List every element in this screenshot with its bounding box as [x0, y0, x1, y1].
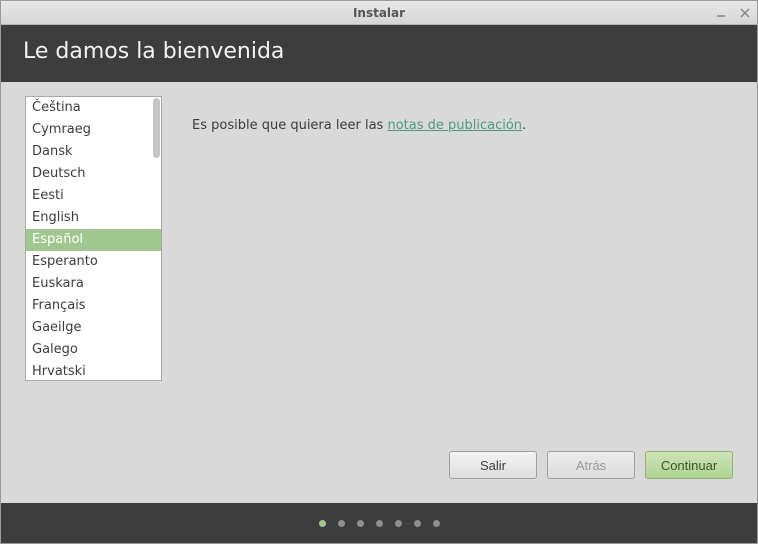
back-button[interactable]: Atrás	[547, 451, 635, 479]
quit-button[interactable]: Salir	[449, 451, 537, 479]
progress-dot	[414, 520, 421, 527]
progress-dot	[376, 520, 383, 527]
language-option[interactable]: Français	[26, 295, 161, 317]
continue-button[interactable]: Continuar	[645, 451, 733, 479]
info-suffix: .	[522, 118, 526, 133]
progress-dot	[357, 520, 364, 527]
progress-dot	[319, 520, 326, 527]
window-controls	[713, 1, 753, 25]
window-title: Instalar	[1, 6, 757, 20]
language-option[interactable]: Cymraeg	[26, 119, 161, 141]
language-option[interactable]: Deutsch	[26, 163, 161, 185]
release-notes-link[interactable]: notas de publicación	[387, 118, 522, 133]
language-option[interactable]: Galego	[26, 339, 161, 361]
welcome-heading: Le damos la bienvenida	[23, 39, 284, 64]
minimize-button[interactable]	[713, 5, 729, 21]
scrollbar-thumb[interactable]	[153, 98, 160, 158]
progress-dot	[433, 520, 440, 527]
button-row: Salir Atrás Continuar	[25, 435, 733, 493]
info-prefix: Es posible que quiera leer las	[192, 118, 387, 133]
installer-window: Instalar Le damos la bienvenida ČeštinaC…	[0, 0, 758, 544]
language-listbox[interactable]: ČeštinaCymraegDanskDeutschEestiEnglishEs…	[25, 96, 162, 381]
language-option[interactable]: Gaeilge	[26, 317, 161, 339]
content-area: ČeštinaCymraegDanskDeutschEestiEnglishEs…	[1, 82, 757, 503]
close-button[interactable]	[737, 5, 753, 21]
welcome-banner: Le damos la bienvenida	[1, 25, 757, 82]
progress-dot	[395, 520, 402, 527]
progress-dot	[338, 520, 345, 527]
language-option[interactable]: Esperanto	[26, 251, 161, 273]
language-option[interactable]: English	[26, 207, 161, 229]
language-option[interactable]: Euskara	[26, 273, 161, 295]
progress-dots	[1, 503, 757, 543]
titlebar: Instalar	[1, 1, 757, 25]
language-option[interactable]: Čeština	[26, 97, 161, 119]
language-option[interactable]: Eesti	[26, 185, 161, 207]
language-option[interactable]: Dansk	[26, 141, 161, 163]
info-text: Es posible que quiera leer las notas de …	[192, 96, 526, 435]
language-option[interactable]: Español	[26, 229, 161, 251]
language-option[interactable]: Hrvatski	[26, 361, 161, 380]
main-row: ČeštinaCymraegDanskDeutschEestiEnglishEs…	[25, 96, 733, 435]
